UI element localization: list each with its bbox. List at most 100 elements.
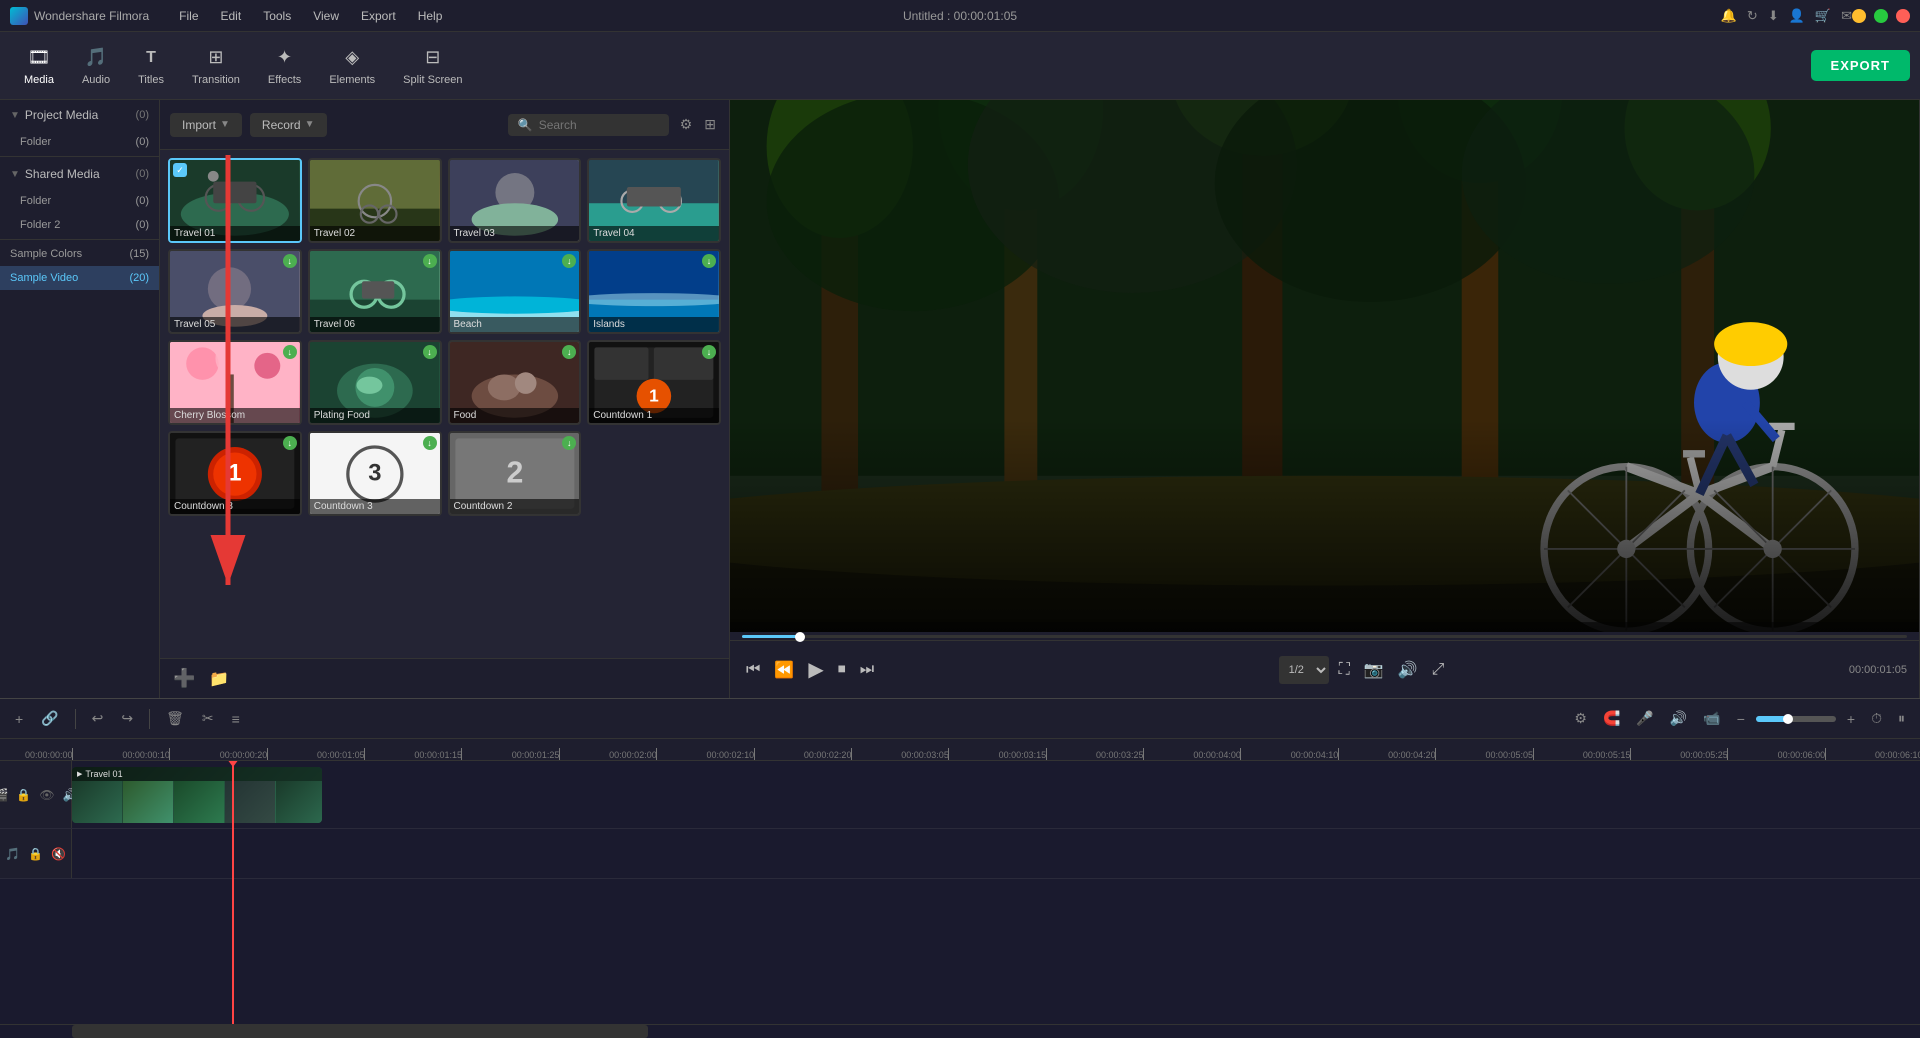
- media-item-travel04[interactable]: Travel 04: [587, 158, 721, 243]
- filter-button[interactable]: ⚙: [677, 113, 696, 136]
- preview-seekbar[interactable]: [742, 635, 1907, 638]
- maximize-button[interactable]: □: [1874, 9, 1888, 23]
- menu-file[interactable]: File: [169, 7, 208, 25]
- record-button[interactable]: Record ▼: [250, 113, 327, 137]
- update-icon[interactable]: ↻: [1747, 8, 1758, 24]
- preview-frame-svg: [730, 100, 1919, 632]
- media-item-countdown1[interactable]: 1 ↓ Countdown 1: [587, 340, 721, 425]
- toolbar-audio[interactable]: 🎵 Audio: [68, 40, 124, 92]
- clip-frame: [225, 781, 275, 823]
- shared-media-folder2[interactable]: Folder 2 (0): [0, 213, 159, 237]
- redo-button[interactable]: ↪: [116, 707, 138, 730]
- timeline-pause-btn[interactable]: ⏸: [1893, 707, 1910, 730]
- export-button[interactable]: EXPORT: [1811, 50, 1910, 81]
- toolbar-splitscreen[interactable]: ⊟ Split Screen: [389, 40, 476, 92]
- add-to-timeline-btn[interactable]: ➕: [170, 665, 198, 692]
- track-eye-btn[interactable]: 👁: [37, 786, 56, 804]
- media-item-travel06[interactable]: ↓ Travel 06: [308, 249, 442, 334]
- shared-media-chevron: ▼: [10, 169, 20, 180]
- timeline-camera-btn[interactable]: 📹: [1698, 707, 1725, 730]
- close-button[interactable]: ×: [1896, 9, 1910, 23]
- video-clip-travel01[interactable]: ▶ Travel 01: [72, 767, 322, 823]
- more-options-btn[interactable]: ≡: [227, 708, 245, 730]
- media-item-countdown3-red[interactable]: 1 ↓ Countdown 3: [168, 431, 302, 516]
- timeline-clock-btn[interactable]: ⏱: [1866, 707, 1887, 730]
- track-lock-btn[interactable]: 🔒: [14, 786, 33, 804]
- track-audio-mute-btn[interactable]: 🔇: [49, 845, 68, 863]
- fit-screen-button[interactable]: ⛶: [1335, 656, 1354, 684]
- timeline-add-track-btn[interactable]: +: [10, 708, 28, 730]
- fullscreen-button[interactable]: ⤢: [1428, 656, 1449, 684]
- menu-view[interactable]: View: [303, 7, 349, 25]
- timeline-voice-btn[interactable]: 🔊: [1665, 707, 1692, 730]
- timeline-settings-btn[interactable]: ⚙: [1569, 707, 1592, 730]
- thumb-label-islands: Islands: [589, 317, 719, 332]
- step-back-button[interactable]: ⏪: [770, 656, 798, 684]
- notification-icon[interactable]: 🔔: [1721, 8, 1737, 24]
- timeline-scrollbar[interactable]: [0, 1024, 1920, 1038]
- menu-edit[interactable]: Edit: [211, 7, 252, 25]
- media-item-travel02[interactable]: Travel 02: [308, 158, 442, 243]
- audio-track-row: 🎵 🔒 🔇: [0, 829, 1920, 879]
- media-item-travel03[interactable]: Travel 03: [448, 158, 582, 243]
- import-button[interactable]: Import ▼: [170, 113, 242, 137]
- menu-help[interactable]: Help: [408, 7, 453, 25]
- shared-media-section: ▼ Shared Media (0) Folder (0) Folder 2 (…: [0, 159, 159, 237]
- media-item-countdown3-circle[interactable]: 3 ↓ Countdown 3: [308, 431, 442, 516]
- timeline-magnet-btn[interactable]: 🧲: [1598, 707, 1625, 730]
- skip-to-end-button[interactable]: ⏭: [856, 657, 878, 683]
- minimize-button[interactable]: −: [1852, 9, 1866, 23]
- timeline-plus-btn[interactable]: +: [1842, 708, 1860, 730]
- undo-button[interactable]: ↩: [87, 707, 109, 730]
- shared-media-header[interactable]: ▼ Shared Media (0): [0, 159, 159, 189]
- timeline-mic-btn[interactable]: 🎤: [1631, 707, 1658, 730]
- toolbar-titles[interactable]: T Titles: [124, 40, 178, 92]
- media-item-food[interactable]: ↓ Food: [448, 340, 582, 425]
- project-media-folder[interactable]: Folder (0): [0, 130, 159, 154]
- download-icon[interactable]: ⬇: [1768, 8, 1779, 24]
- create-folder-btn[interactable]: 📁: [206, 666, 232, 692]
- toolbar-effects[interactable]: ✦ Effects: [254, 40, 315, 92]
- timeline-minus-btn[interactable]: −: [1732, 708, 1750, 730]
- preview-panel: ⏮ ⏪ ▶ ⏹ ⏭ 1/2 1/4 Full ⛶ 📷 🔊 ⤢ 00:00:01:…: [730, 100, 1920, 698]
- toolbar-elements[interactable]: ◈ Elements: [315, 40, 389, 92]
- track-audio-lock-btn[interactable]: 🔒: [26, 845, 45, 863]
- timeline-link-btn[interactable]: 🔗: [36, 707, 63, 730]
- media-item-travel05[interactable]: ↓ Travel 05: [168, 249, 302, 334]
- timeline: + 🔗 ↩ ↪ 🗑 ✂ ≡ ⚙ 🧲 🎤 🔊 📹 − + ⏱ ⏸ 00:00:0: [0, 698, 1920, 1038]
- audio-button[interactable]: 🔊: [1394, 656, 1422, 684]
- skip-to-start-button[interactable]: ⏮: [742, 657, 764, 683]
- media-item-countdown2[interactable]: 2 ↓ Countdown 2: [448, 431, 582, 516]
- play-button[interactable]: ▶: [804, 653, 827, 686]
- grid-view-button[interactable]: ⊞: [701, 113, 719, 136]
- cut-button[interactable]: ✂: [197, 707, 219, 730]
- media-item-beach[interactable]: ↓ Beach: [448, 249, 582, 334]
- user-icon[interactable]: 👤: [1789, 8, 1805, 24]
- zoom-slider-thumb[interactable]: [1783, 714, 1793, 724]
- media-item-cherry[interactable]: ↓ Cherry Blossom: [168, 340, 302, 425]
- shared-media-folder[interactable]: Folder (0): [0, 189, 159, 213]
- import-label: Import: [182, 118, 216, 132]
- media-item-islands[interactable]: ↓ Islands: [587, 249, 721, 334]
- toolbar-transition[interactable]: ⊞ Transition: [178, 40, 254, 92]
- purchase-icon[interactable]: 🛒: [1815, 8, 1831, 24]
- delete-button[interactable]: 🗑: [161, 707, 189, 730]
- titles-icon: T: [139, 46, 163, 70]
- quality-select[interactable]: 1/2 1/4 Full: [1279, 656, 1329, 684]
- toolbar-media[interactable]: 🎞 Media: [10, 40, 68, 92]
- menu-export[interactable]: Export: [351, 7, 406, 25]
- media-item-travel01[interactable]: ✓ Travel 01: [168, 158, 302, 243]
- project-media-header[interactable]: ▼ Project Media (0): [0, 100, 159, 130]
- sample-colors-item[interactable]: Sample Colors (15): [0, 242, 159, 266]
- media-item-plating[interactable]: ↓ Plating Food: [308, 340, 442, 425]
- preview-seekbar-thumb[interactable]: [795, 632, 805, 642]
- search-input[interactable]: [539, 118, 659, 132]
- stop-button[interactable]: ⏹: [834, 657, 850, 683]
- sample-video-item[interactable]: Sample Video (20): [0, 266, 159, 290]
- timeline-scroll-thumb[interactable]: [72, 1025, 648, 1038]
- track-audio-icon: 🎵: [3, 845, 22, 863]
- snapshot-button[interactable]: 📷: [1360, 656, 1388, 684]
- zoom-slider[interactable]: [1756, 716, 1836, 722]
- menu-tools[interactable]: Tools: [253, 7, 301, 25]
- mail-icon[interactable]: ✉: [1841, 8, 1852, 24]
